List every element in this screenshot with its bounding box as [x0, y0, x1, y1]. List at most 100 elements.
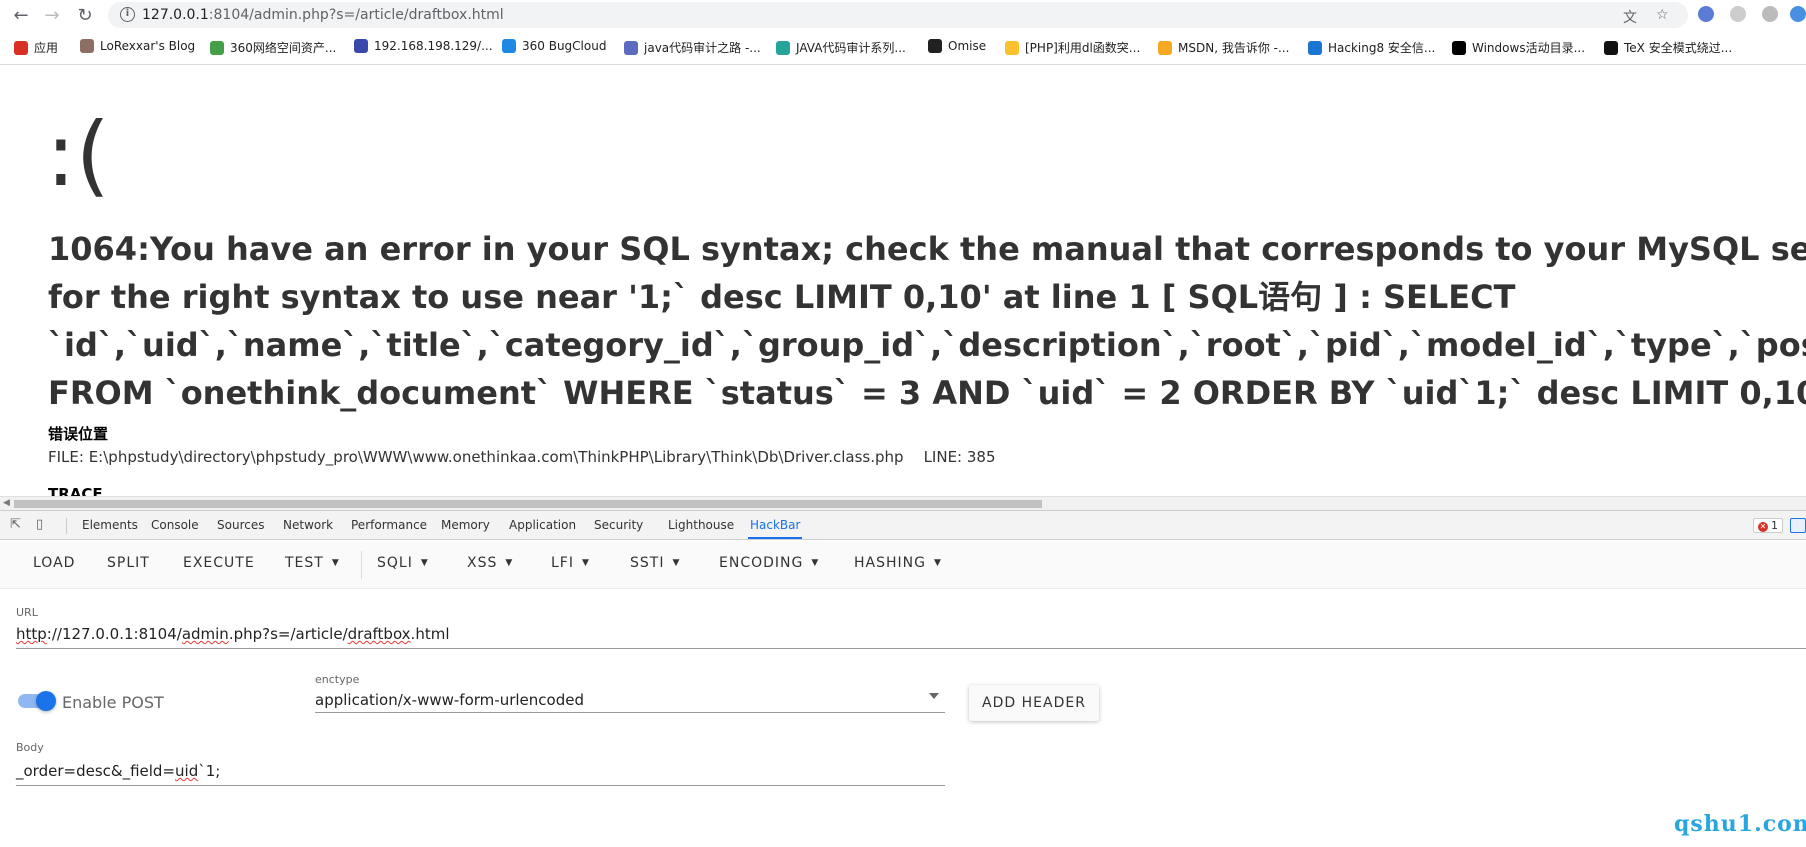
- bookmark-item[interactable]: 192.168.198.129/...: [354, 39, 493, 53]
- browser-toolbar: ← → ↻ i 127.0.0.1:8104/admin.php?s=/arti…: [0, 0, 1806, 29]
- error-line: FROM `onethink_document` WHERE `status` …: [48, 374, 1806, 412]
- caret-down-icon: ▼: [420, 558, 429, 568]
- error-icon: ✕: [1758, 522, 1768, 532]
- encoding-dropdown[interactable]: ENCODING ▼: [719, 555, 819, 571]
- caret-down-icon: ▼: [672, 558, 681, 568]
- tab-memory[interactable]: Memory: [439, 511, 492, 539]
- enable-post-toggle[interactable]: [18, 691, 56, 711]
- caret-down-icon: ▼: [933, 558, 942, 568]
- enctype-value: application/x-www-form-urlencoded: [315, 691, 584, 709]
- back-icon[interactable]: ←: [10, 4, 32, 26]
- bookmark-favicon: [1604, 40, 1618, 55]
- dropdown-arrow-icon: [929, 693, 939, 699]
- devtools-tabbar: ⇱ ▯ Elements Console Sources Network Per…: [0, 511, 1806, 540]
- address-url: 127.0.0.1:8104/admin.php?s=/article/draf…: [142, 7, 504, 23]
- forward-icon[interactable]: →: [41, 4, 63, 26]
- body-input[interactable]: _order=desc&_field=uid`1;: [16, 756, 945, 786]
- body-value: _order=desc&_field=uid`1;: [16, 762, 221, 780]
- inspect-element-icon[interactable]: ⇱: [10, 517, 26, 533]
- site-info-icon[interactable]: i: [120, 7, 135, 22]
- url-input[interactable]: http://127.0.0.1:8104/admin.php?s=/artic…: [16, 621, 1806, 649]
- bookmark-item[interactable]: JAVA代码审计系列...: [776, 39, 906, 56]
- bookmarks-bar: 应用 LoRexxar's Blog 360网络空间资产... 192.168.…: [0, 33, 1806, 61]
- error-file-info: FILE: E:\phpstudy\directory\phpstudy_pro…: [48, 448, 996, 466]
- error-page: :( 1064:You have an error in your SQL sy…: [0, 65, 1806, 496]
- bookmark-favicon: [1158, 40, 1172, 55]
- watermark: qshu1.com: [1674, 811, 1806, 837]
- hackbar-toolbar: LOAD SPLIT EXECUTE TEST ▼ SQLI ▼ XSS ▼ LFI ▼…: [0, 541, 1806, 589]
- error-line: for the right syntax to use near '1;` de…: [48, 278, 1516, 316]
- split-button[interactable]: SPLIT: [107, 555, 150, 571]
- bookmark-favicon: [502, 39, 516, 53]
- bookmark-favicon: [80, 39, 94, 53]
- error-count-badge[interactable]: ✕ 1: [1753, 518, 1783, 533]
- bookmark-item[interactable]: 360网络空间资产...: [210, 39, 336, 56]
- bookmark-apps[interactable]: 应用: [14, 39, 58, 56]
- bookmark-item[interactable]: Omise: [928, 39, 986, 53]
- enctype-select[interactable]: application/x-www-form-urlencoded: [315, 685, 945, 713]
- bookmark-item[interactable]: java代码审计之路 -...: [624, 39, 761, 56]
- error-line: 1064:You have an error in your SQL synta…: [48, 230, 1806, 268]
- url-label: URL: [16, 606, 38, 619]
- caret-down-icon: ▼: [505, 558, 514, 568]
- error-file-path: FILE: E:\phpstudy\directory\phpstudy_pro…: [48, 448, 904, 466]
- tab-console[interactable]: Console: [149, 511, 201, 539]
- add-header-button[interactable]: ADD HEADER: [969, 685, 1099, 721]
- sqli-dropdown[interactable]: SQLI ▼: [377, 555, 429, 571]
- extension-icon[interactable]: [1730, 6, 1746, 22]
- tab-performance[interactable]: Performance: [349, 511, 429, 539]
- bookmark-item[interactable]: 360 BugCloud: [502, 39, 606, 53]
- bookmark-item[interactable]: Windows活动目录...: [1452, 39, 1585, 56]
- test-dropdown[interactable]: TEST ▼: [285, 555, 340, 571]
- toggle-knob: [36, 691, 56, 711]
- execute-button[interactable]: EXECUTE: [183, 555, 255, 571]
- bookmark-favicon: [776, 40, 790, 55]
- caret-down-icon: ▼: [331, 558, 340, 568]
- bookmark-item[interactable]: [PHP]利用dl函数突...: [1005, 39, 1140, 56]
- github-icon: [928, 39, 942, 53]
- bookmark-favicon: [354, 39, 368, 53]
- url-value: http://127.0.0.1:8104/admin.php?s=/artic…: [16, 625, 450, 643]
- extension-icon[interactable]: [1790, 6, 1806, 22]
- body-label: Body: [16, 741, 44, 754]
- messages-icon[interactable]: [1790, 518, 1806, 533]
- bookmark-favicon: [210, 40, 224, 55]
- tab-security[interactable]: Security: [592, 511, 645, 539]
- reload-icon[interactable]: ↻: [74, 4, 96, 26]
- tab-network[interactable]: Network: [281, 511, 335, 539]
- tab-application[interactable]: Application: [507, 511, 578, 539]
- scrollbar-thumb[interactable]: [14, 500, 1042, 508]
- divider: [361, 551, 362, 579]
- apps-grid-icon: [14, 40, 28, 55]
- horizontal-scrollbar[interactable]: ◀: [0, 496, 1806, 510]
- devtools-panel: ⇱ ▯ Elements Console Sources Network Per…: [0, 510, 1806, 847]
- address-bar[interactable]: i 127.0.0.1:8104/admin.php?s=/article/dr…: [108, 2, 1688, 28]
- ssti-dropdown[interactable]: SSTI ▼: [630, 555, 680, 571]
- extension-icon[interactable]: [1698, 6, 1714, 22]
- load-button[interactable]: LOAD: [33, 555, 75, 571]
- bookmark-favicon: [624, 40, 638, 55]
- bookmark-item[interactable]: TeX 安全模式绕过...: [1604, 39, 1732, 56]
- scroll-left-icon[interactable]: ◀: [3, 498, 10, 508]
- hashing-dropdown[interactable]: HASHING ▼: [854, 555, 942, 571]
- device-toolbar-icon[interactable]: ▯: [36, 517, 52, 533]
- bookmark-star-icon[interactable]: ☆: [1656, 7, 1669, 23]
- tab-lighthouse[interactable]: Lighthouse: [666, 511, 736, 539]
- bookmark-item[interactable]: Hacking8 安全信...: [1308, 39, 1435, 56]
- translate-icon[interactable]: 文: [1623, 7, 1637, 27]
- sql-error-message: 1064:You have an error in your SQL synta…: [48, 225, 1806, 417]
- bookmark-item[interactable]: LoRexxar's Blog: [80, 39, 195, 53]
- tab-hackbar[interactable]: HackBar: [748, 511, 803, 539]
- error-line: `id`,`uid`,`name`,`title`,`category_id`,…: [48, 326, 1806, 364]
- error-position-title: 错误位置: [48, 425, 109, 443]
- bookmark-favicon: [1005, 40, 1019, 55]
- error-line-number: LINE: 385: [923, 448, 996, 466]
- bookmark-item[interactable]: MSDN, 我告诉你 -...: [1158, 39, 1289, 56]
- tab-sources[interactable]: Sources: [215, 511, 266, 539]
- xss-dropdown[interactable]: XSS ▼: [467, 555, 513, 571]
- tab-elements[interactable]: Elements: [80, 511, 140, 539]
- caret-down-icon: ▼: [581, 558, 590, 568]
- lfi-dropdown[interactable]: LFI ▼: [551, 555, 590, 571]
- extension-icon[interactable]: [1762, 6, 1778, 22]
- caret-down-icon: ▼: [811, 558, 820, 568]
